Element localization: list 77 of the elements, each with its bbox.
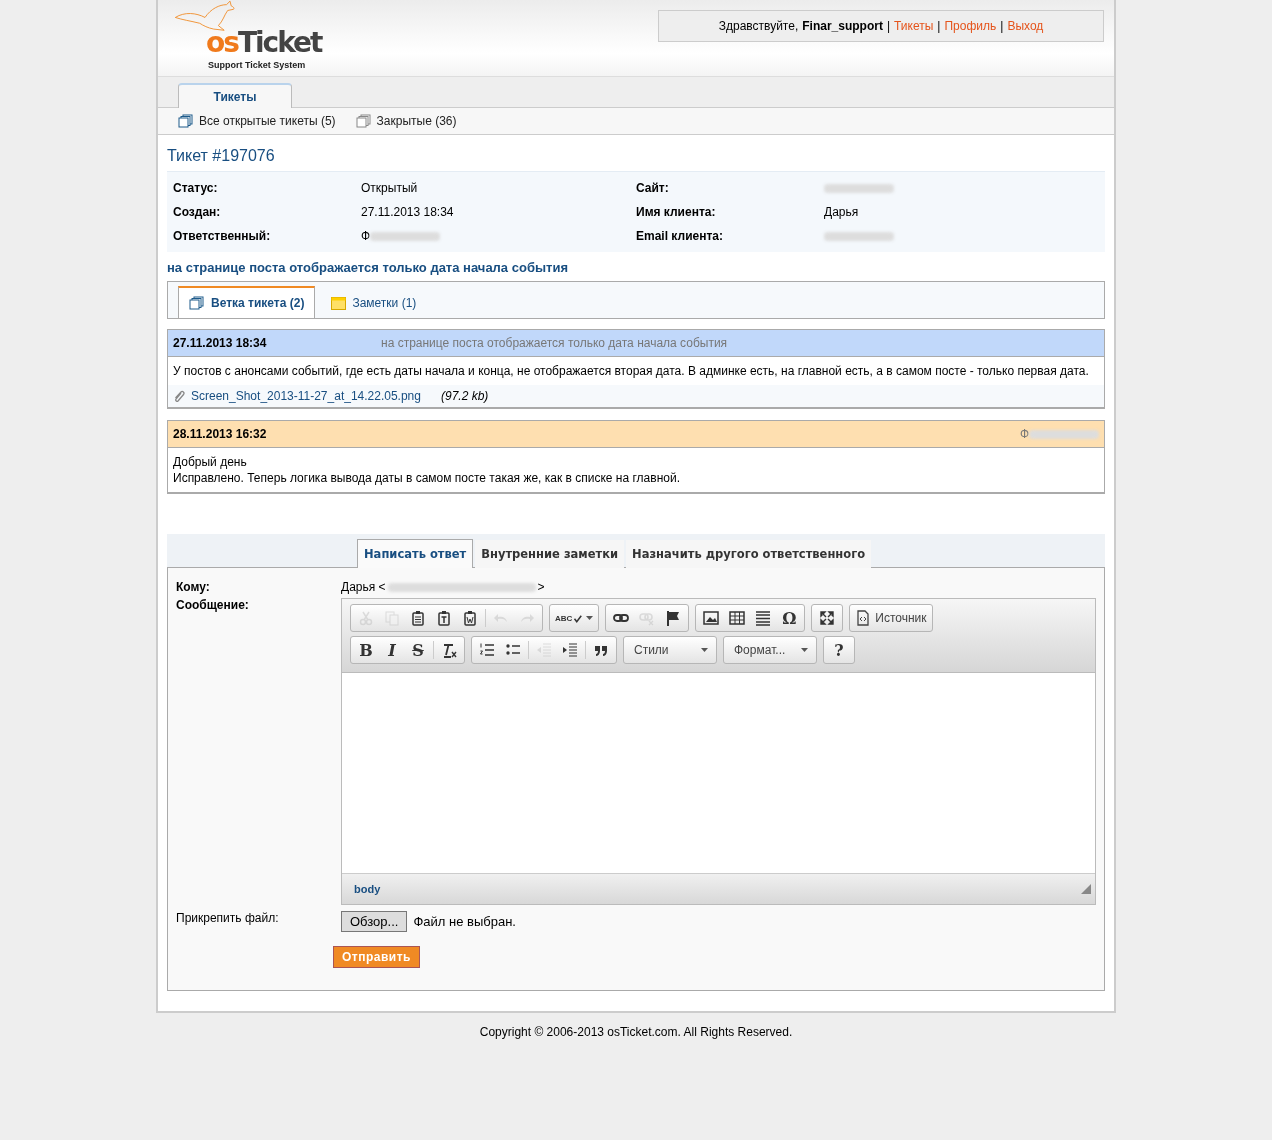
format-button[interactable]: ?: [826, 638, 852, 662]
entry-date: 28.11.2013 16:32: [173, 427, 268, 441]
info-label: Email клиента:: [636, 229, 724, 243]
cut-icon: [358, 610, 374, 626]
nav-tab[interactable]: Тикеты: [178, 83, 292, 108]
indent-icon: [562, 642, 578, 658]
recipient-name: Дарья <: [341, 580, 386, 594]
info-label: Создан:: [173, 205, 222, 219]
format-button[interactable]: S: [405, 638, 431, 662]
flag-icon: [665, 610, 682, 626]
image-icon: [703, 610, 720, 626]
logo-subtitle: Support Ticket System: [208, 60, 306, 70]
link-separator: |: [886, 19, 891, 33]
recipient-bracket: >: [537, 580, 545, 594]
greeting-text: Здравствуйте,: [718, 19, 799, 33]
browse-button[interactable]: Обзор...: [341, 911, 408, 932]
message-label: Сообщение:: [176, 598, 250, 612]
ticket-title: Тикет #197076: [167, 147, 276, 165]
dropdown-button[interactable]: Формат...: [726, 638, 814, 662]
file-status: Файл не выбран.: [413, 914, 516, 929]
username: Finar_support: [802, 19, 883, 33]
horizontal-line-icon: [755, 610, 772, 626]
entry-date: 27.11.2013 18:34: [173, 336, 268, 350]
entry-author: Ф: [1019, 427, 1029, 441]
source-icon: [855, 610, 872, 626]
info-value: Открытый: [361, 181, 418, 195]
format-button[interactable]: Ω: [776, 606, 803, 630]
unlink-icon: [639, 610, 656, 626]
attachment-link[interactable]: Screen_Shot_2013-11-27_at_14.22.05.png: [191, 389, 421, 403]
copy-icon: [384, 610, 400, 626]
link-separator: |: [937, 19, 941, 33]
documents-icon: [189, 296, 205, 310]
numbered-list-icon: [479, 642, 495, 658]
info-value: 27.11.2013 18:34: [361, 205, 454, 219]
entry-body: Добрый день Исправлено. Теперь логика вывода даты в самом посте такая же, как в списке на главной.: [172, 454, 681, 487]
format-button[interactable]: B: [353, 638, 379, 662]
to-label: Кому:: [176, 580, 211, 594]
paste-word-icon: [462, 610, 478, 626]
thread-tab[interactable]: Заметки (1): [321, 288, 427, 318]
maximize-icon: [819, 610, 836, 626]
element-path[interactable]: body: [354, 883, 381, 895]
caret-icon: [701, 648, 708, 652]
remove-format-icon: [441, 642, 457, 658]
reply-tab[interactable]: Назначить другого ответственного: [626, 540, 872, 568]
info-label: Ответственный:: [173, 229, 272, 243]
info-value: Ф: [361, 229, 371, 243]
paste-text-icon: [436, 610, 452, 626]
entry-subject: на странице поста отображается только дата начала события: [381, 336, 728, 350]
sub-nav-link[interactable]: Закрытые (36): [355, 114, 457, 128]
copyright-text: Copyright © 2006-2013 osTicket.com. All Rights Reserved.: [478, 1024, 794, 1041]
info-label: Сайт:: [636, 181, 670, 195]
reply-tab[interactable]: Написать ответ: [357, 539, 474, 568]
paperclip-icon: [173, 389, 185, 403]
logo-wordmark[interactable]: osTicket: [206, 26, 322, 59]
info-value: Дарья: [824, 205, 859, 219]
caret-icon: [801, 648, 808, 652]
reply-tab[interactable]: Внутренние заметки: [475, 540, 625, 568]
info-label: Статус:: [173, 181, 219, 195]
bullet-list-icon: [505, 642, 521, 658]
format-button[interactable]: I: [379, 638, 405, 662]
attach-label: Прикрепить файл:: [176, 911, 280, 925]
thread-tab[interactable]: Ветка тикета (2): [178, 286, 316, 318]
entry-body: У постов с анонсами событий, где есть даты начала и конца, не отображается вторая дата. В админке есть, на главной есть, а в самом посте - только первая дата.: [172, 363, 1090, 380]
paste-icon: [410, 610, 426, 626]
link-separator: |: [1000, 19, 1004, 33]
info-label: Имя клиента:: [636, 205, 717, 219]
source-button[interactable]: Источник: [852, 606, 930, 630]
caret-icon: [586, 616, 594, 620]
dropdown-button[interactable]: Стили: [626, 638, 714, 662]
attachment-size: (97.2 kb): [440, 389, 489, 403]
spellcheck-button[interactable]: ABC: [552, 606, 597, 630]
sub-nav-link[interactable]: Все открытые тикеты (5): [178, 114, 336, 128]
table-icon: [729, 610, 746, 626]
ticket-subject: на странице поста отображается только дата начала события: [167, 260, 569, 275]
note-icon: [331, 296, 347, 310]
resize-handle-icon[interactable]: [1081, 884, 1091, 894]
outdent-icon: [536, 642, 552, 658]
